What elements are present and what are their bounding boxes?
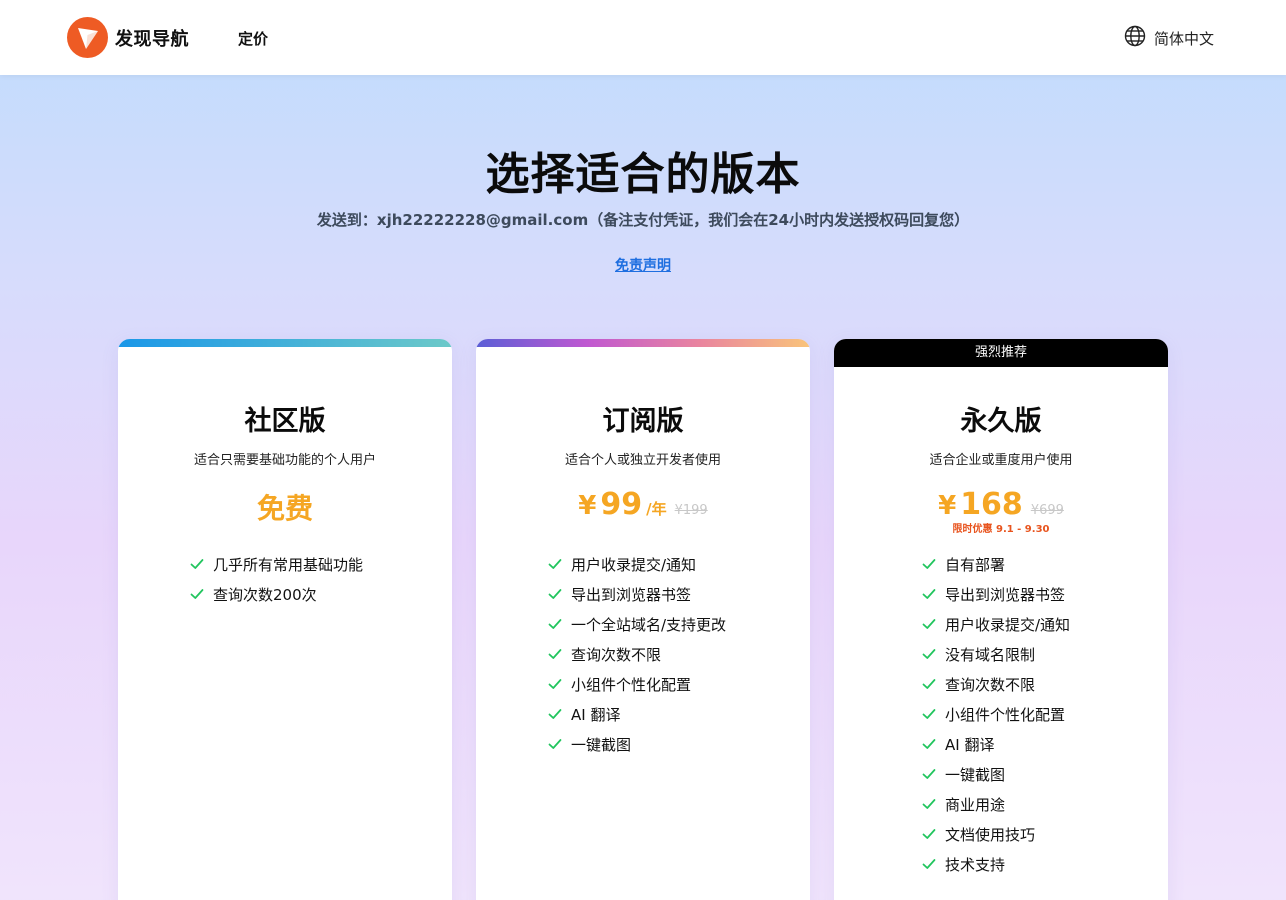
price-period: /年 <box>646 500 667 518</box>
check-icon <box>921 556 937 572</box>
feature-item: 小组件个性化配置 <box>921 699 1070 729</box>
card-accent-strip <box>476 339 810 347</box>
check-icon <box>921 826 937 842</box>
recommended-badge: 强烈推荐 <box>834 339 1168 367</box>
feature-label: AI 翻译 <box>945 735 995 754</box>
feature-item: 查询次数200次 <box>189 579 363 609</box>
check-icon <box>189 556 205 572</box>
price-amount: 99 <box>600 487 643 522</box>
feature-label: 没有域名限制 <box>945 645 1036 664</box>
price-original: ¥699 <box>1030 503 1064 518</box>
feature-label: 小组件个性化配置 <box>945 705 1066 724</box>
plan-title: 社区版 <box>244 406 326 437</box>
feature-label: 导出到浏览器书签 <box>945 585 1066 604</box>
feature-label: 用户收录提交/通知 <box>945 615 1071 634</box>
feature-list: 用户收录提交/通知 导出到浏览器书签一个全站域名/支持更改 查询次数不限小组件个性化… <box>547 549 726 759</box>
feature-item: 用户收录提交/通知 <box>547 549 726 579</box>
promo-label: 限时优惠 9.1 - 9.30 <box>952 524 1050 535</box>
feature-item: 商业用途 <box>921 789 1070 819</box>
feature-label: 技术支持 <box>945 855 1006 874</box>
feature-label: 用户收录提交/通知 <box>571 555 697 574</box>
feature-label: 商业用途 <box>945 795 1006 814</box>
feature-item: 文档使用技巧 <box>921 819 1070 849</box>
plan-card-subscription: 订阅版 适合个人或独立开发者使用 ¥ 99 /年 ¥199 用户收录提交/通知导… <box>476 339 810 900</box>
plan-description: 适合企业或重度用户使用 <box>929 453 1073 468</box>
feature-item: 没有域名限制 <box>921 639 1070 669</box>
check-icon <box>547 736 563 752</box>
feature-item: 一个全站域名/支持更改 <box>547 609 726 639</box>
logo-icon <box>67 17 108 58</box>
check-icon <box>921 736 937 752</box>
feature-item: AI 翻译 <box>547 699 726 729</box>
plan-description: 适合个人或独立开发者使用 <box>564 453 721 468</box>
language-switcher[interactable]: 简体中文 <box>1124 25 1214 51</box>
card-accent-strip <box>118 339 452 347</box>
feature-label: 一键截图 <box>945 765 1006 784</box>
check-icon <box>921 676 937 692</box>
price-amount: 168 <box>960 487 1023 522</box>
feature-label: 查询次数200次 <box>213 585 317 604</box>
nav-pricing-link[interactable]: 定价 <box>238 28 268 49</box>
feature-label: 查询次数不限 <box>571 645 662 664</box>
disclaimer-wrapper: 免责声明 <box>0 255 1286 275</box>
feature-label: AI 翻译 <box>571 705 621 724</box>
feature-item: 查询次数不限 <box>547 639 726 669</box>
feature-item: 导出到浏览器书签 <box>547 579 726 609</box>
feature-list: 自有部署导出到浏览器书签 用户收录提交/通知 没有域名限制 查询次数不限小组件个性化配… <box>921 549 1070 879</box>
check-icon <box>921 706 937 722</box>
price-original: ¥199 <box>674 503 708 518</box>
price-currency: ¥ <box>578 491 597 521</box>
price-free-label: 免费 <box>256 492 313 525</box>
disclaimer-link[interactable]: 免责声明 <box>615 258 671 274</box>
brand-name: 发现导航 <box>115 28 189 50</box>
feature-label: 查询次数不限 <box>945 675 1036 694</box>
feature-item: 一键截图 <box>921 759 1070 789</box>
check-icon <box>189 586 205 602</box>
feature-item: 导出到浏览器书签 <box>921 579 1070 609</box>
check-icon <box>547 646 563 662</box>
feature-item: 自有部署 <box>921 549 1070 579</box>
check-icon <box>547 616 563 632</box>
feature-item: 技术支持 <box>921 849 1070 879</box>
feature-label: 文档使用技巧 <box>945 825 1036 844</box>
language-label: 简体中文 <box>1154 29 1215 48</box>
globe-icon <box>1124 25 1146 51</box>
plan-description: 适合只需要基础功能的个人用户 <box>193 453 376 468</box>
check-icon <box>921 646 937 662</box>
feature-item: 几乎所有常用基础功能 <box>189 549 363 579</box>
check-icon <box>921 856 937 872</box>
price-currency: ¥ <box>938 491 957 521</box>
feature-label: 自有部署 <box>945 555 1006 574</box>
check-icon <box>921 616 937 632</box>
plan-card-community: 社区版 适合只需要基础功能的个人用户 免费 几乎所有常用基础功能 查询次数200次 <box>118 339 452 900</box>
feature-label: 几乎所有常用基础功能 <box>213 555 364 574</box>
feature-item: 用户收录提交/通知 <box>921 609 1070 639</box>
plan-price: ¥ 99 /年 ¥199 <box>476 487 810 522</box>
feature-item: 小组件个性化配置 <box>547 669 726 699</box>
feature-item: 查询次数不限 <box>921 669 1070 699</box>
brand-link[interactable]: 发现导航 <box>67 17 189 58</box>
check-icon <box>921 766 937 782</box>
page-title: 选择适合的版本 <box>485 149 801 200</box>
feature-label: 小组件个性化配置 <box>571 675 692 694</box>
plan-price: 免费 <box>118 487 452 527</box>
plan-price: ¥ 168 ¥699 <box>834 487 1168 522</box>
check-icon <box>547 676 563 692</box>
check-icon <box>921 796 937 812</box>
feature-label: 导出到浏览器书签 <box>571 585 692 604</box>
plan-title: 永久版 <box>960 406 1042 437</box>
plan-title: 订阅版 <box>602 406 684 437</box>
feature-label: 一个全站域名/支持更改 <box>571 615 727 634</box>
page-subtitle: 发送到：xjh22222228@gmail.com（备注支付凭证，我们会在24小… <box>316 211 970 229</box>
plan-card-lifetime: 强烈推荐 永久版 适合企业或重度用户使用 ¥ 168 ¥699 限时优惠 9.1… <box>834 339 1168 900</box>
feature-list: 几乎所有常用基础功能 查询次数200次 <box>189 549 363 609</box>
feature-label: 一键截图 <box>571 735 632 754</box>
top-navigation-bar: 发现导航 定价 简体中文 <box>0 0 1286 75</box>
feature-item: 一键截图 <box>547 729 726 759</box>
check-icon <box>547 706 563 722</box>
feature-item: AI 翻译 <box>921 729 1070 759</box>
check-icon <box>921 586 937 602</box>
check-icon <box>547 556 563 572</box>
check-icon <box>547 586 563 602</box>
